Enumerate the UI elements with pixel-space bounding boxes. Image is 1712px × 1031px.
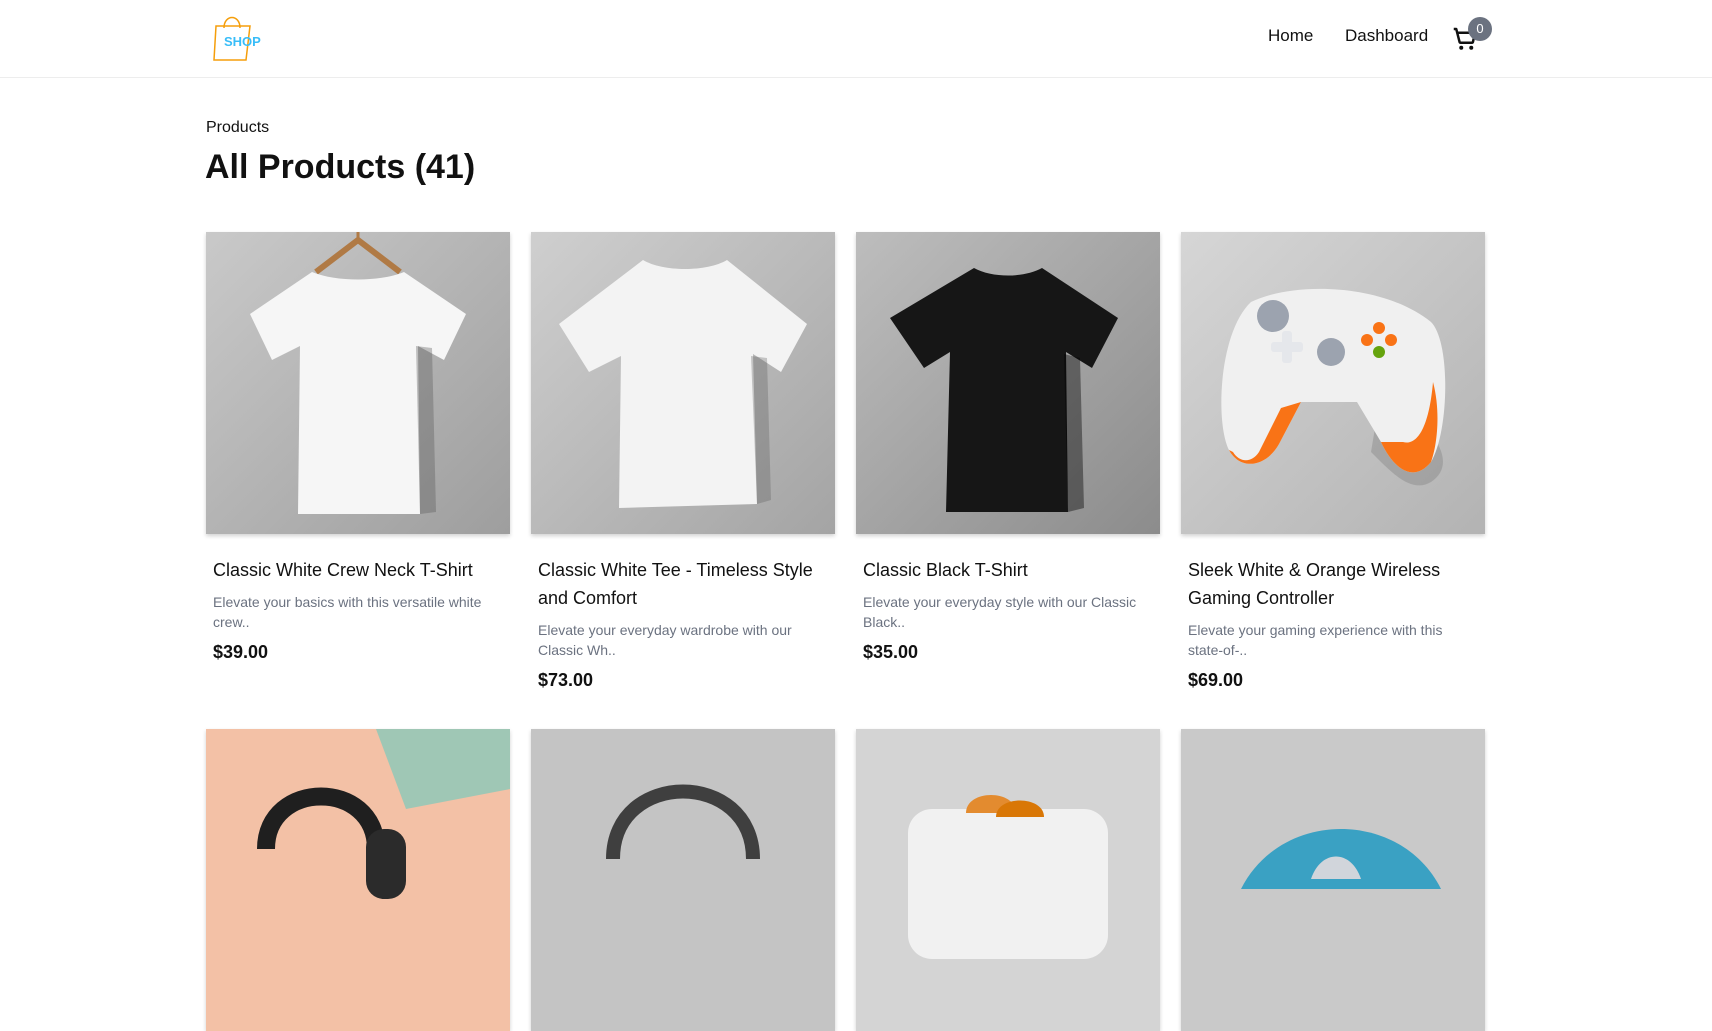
product-description: Elevate your gaming experience with this… (1188, 622, 1443, 658)
product-title[interactable]: Sleek White & Orange Wireless Gaming Con… (1188, 556, 1478, 612)
top-navbar: SHOP Home Dashboard 0 (0, 0, 1712, 78)
breadcrumb: Products (206, 119, 270, 136)
product-description: Elevate your basics with this versatile … (213, 594, 482, 630)
nav-dashboard-link[interactable]: Dashboard (1345, 26, 1428, 46)
logo-text: SHOP (224, 34, 261, 49)
product-description: Elevate your everyday style with our Cla… (863, 594, 1137, 630)
product-card[interactable] (206, 729, 510, 1031)
product-grid: Classic White Crew Neck T-Shirt Elevate … (206, 232, 1485, 1031)
product-title[interactable]: Classic Black T-Shirt (863, 556, 1153, 584)
product-image[interactable] (206, 729, 510, 1031)
product-card[interactable]: Sleek White & Orange Wireless Gaming Con… (1181, 232, 1485, 691)
nav-home-link[interactable]: Home (1268, 26, 1313, 46)
product-price: $69.00 (1188, 670, 1244, 690)
product-price: $35.00 (863, 642, 919, 662)
product-card[interactable]: Classic Black T-Shirt Elevate your every… (856, 232, 1160, 691)
cart-count-badge: 0 (1468, 17, 1492, 41)
product-card[interactable] (1181, 729, 1485, 1031)
product-card[interactable] (531, 729, 835, 1031)
product-description: Elevate your everyday wardrobe with our … (538, 622, 792, 658)
product-card[interactable]: Classic White Crew Neck T-Shirt Elevate … (206, 232, 510, 691)
product-image[interactable] (856, 729, 1160, 1031)
shop-logo[interactable]: SHOP (210, 10, 282, 64)
product-image[interactable] (206, 232, 510, 534)
product-image[interactable] (531, 232, 835, 534)
product-image[interactable] (1181, 729, 1485, 1031)
product-card[interactable]: Classic White Tee - Timeless Style and C… (531, 232, 835, 691)
product-image[interactable] (1181, 232, 1485, 534)
product-card[interactable] (856, 729, 1160, 1031)
product-title[interactable]: Classic White Tee - Timeless Style and C… (538, 556, 828, 612)
product-image[interactable] (531, 729, 835, 1031)
product-price: $39.00 (213, 642, 269, 662)
page-title: All Products (41) (205, 148, 476, 186)
product-price: $73.00 (538, 670, 594, 690)
product-image[interactable] (856, 232, 1160, 534)
product-title[interactable]: Classic White Crew Neck T-Shirt (213, 556, 503, 584)
